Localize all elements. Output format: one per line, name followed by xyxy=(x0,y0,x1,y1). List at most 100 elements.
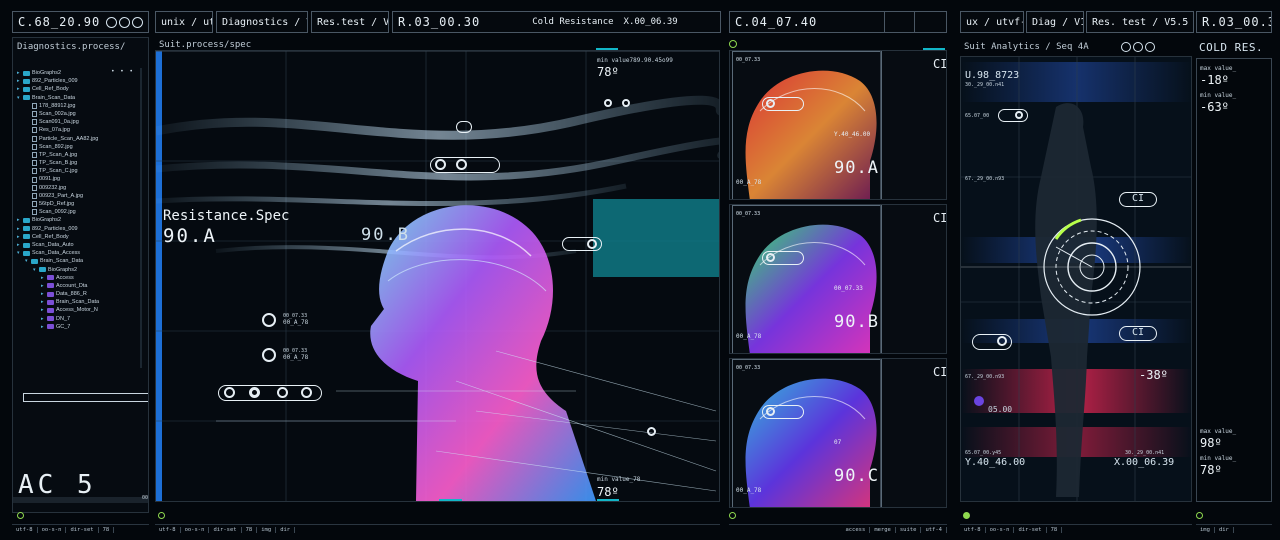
footer-item[interactable]: access xyxy=(841,526,871,533)
tree-item[interactable]: 0091.jpg xyxy=(17,175,137,183)
ux-tab[interactable]: ux / utvf-6 xyxy=(960,11,1024,33)
footer-item[interactable]: utf-8 xyxy=(960,526,986,533)
footer-item[interactable]: suite xyxy=(896,526,922,533)
tree-item[interactable]: TP_Scan_B.jpg xyxy=(17,159,137,167)
tree-item[interactable]: ▸ Access xyxy=(17,274,137,282)
ci-button-2[interactable]: CI xyxy=(1119,326,1157,341)
grid-icon[interactable] xyxy=(1133,42,1143,52)
file-icon xyxy=(32,111,37,118)
thumb-value: 90.B xyxy=(834,312,879,332)
folder-icon xyxy=(31,258,38,264)
footer-item[interactable]: utf-4 xyxy=(921,526,947,533)
tree-item-label: BioGraphs2 xyxy=(32,70,62,76)
footer-item[interactable]: dir xyxy=(1215,526,1234,533)
scan-thumbnail[interactable]: 00_07.33 00_A_78 90.C 07 CI xyxy=(729,358,947,508)
left-panel: Diagnostics.process/ • • • ▸ BioGraphs2 ▸ 8… xyxy=(12,37,149,513)
tree-item[interactable]: ▸ Account_Dta xyxy=(17,282,137,290)
tree-item[interactable]: ▸ BioGraphs2 xyxy=(17,69,137,77)
footer-item[interactable]: dir-set xyxy=(209,526,242,533)
tree-item[interactable]: ▸ BioGraphs2 xyxy=(17,216,137,224)
unix-tab[interactable]: unix / utf xyxy=(155,11,213,33)
tree-item[interactable]: Scan_002a.jpg xyxy=(17,110,137,118)
footer-item[interactable]: dir xyxy=(276,526,296,533)
tree-item-label: BioGraphs2 xyxy=(32,217,62,224)
thumb-toggle[interactable] xyxy=(762,251,804,265)
footer-item[interactable]: img xyxy=(257,526,277,533)
tree-item[interactable]: Particle_Scan_AA82.jpg xyxy=(17,135,137,143)
tree-item-label: Access xyxy=(56,274,74,281)
settings-icon[interactable] xyxy=(106,16,117,28)
tree-item[interactable]: 56tpD_Ref.jpg xyxy=(17,200,137,208)
settings-icon[interactable] xyxy=(1121,42,1131,52)
res-tab-right[interactable]: Res. test / V5.5 xyxy=(1086,11,1194,33)
scan-thumbnail[interactable]: 00_07.33 00_A_78 90.A Y.40_46.00 CI xyxy=(729,50,947,200)
scan-thumbnail[interactable]: 00_07.33 00_A_78 90.B 00_07.33 CI xyxy=(729,204,947,354)
left-footer: utf-8 oo-s-n dir-set 78 xyxy=(12,524,149,534)
footer-item[interactable]: oo-s-n xyxy=(181,526,210,533)
tree-item[interactable]: ▸ GC_7 xyxy=(17,323,137,331)
tree-item[interactable]: Scan_892.jpg xyxy=(17,143,137,151)
tree-item[interactable]: ▸ Access_Motor_N xyxy=(17,306,137,314)
toggle-knob-3c xyxy=(277,387,288,398)
tree-item[interactable]: Res_07a.jpg xyxy=(17,126,137,134)
tree-item-label: 00923_Part_A.jpg xyxy=(39,192,84,199)
thumb-toggle[interactable] xyxy=(762,405,804,419)
target-icon[interactable] xyxy=(1145,42,1155,52)
tree-item[interactable]: Scan091_0a.jpg xyxy=(17,118,137,126)
toggle-right-2[interactable] xyxy=(972,334,1012,350)
diag-tab[interactable]: Diag / V12.3 xyxy=(1026,11,1084,33)
footer-item[interactable]: 78 xyxy=(1047,526,1063,533)
ring-button-5[interactable] xyxy=(622,99,630,107)
tree-item[interactable]: TP_Scan_A.jpg xyxy=(17,151,137,159)
grid-icon[interactable] xyxy=(119,16,130,28)
footer-item[interactable]: dir-set xyxy=(66,526,99,533)
footer-item[interactable]: dir-set xyxy=(1014,526,1047,533)
tree-item[interactable]: ▾ Scan_Data_Access xyxy=(17,249,137,257)
footer-item[interactable]: oo-s-n xyxy=(38,526,67,533)
toggle-slider-1[interactable] xyxy=(430,157,500,173)
tree-item[interactable]: ▸ 892_Particles_009 xyxy=(17,77,137,85)
footer-item[interactable]: img xyxy=(1196,526,1215,533)
mid-divider-2 xyxy=(914,12,915,32)
tree-item[interactable]: ▸ Data_886_R xyxy=(17,290,137,298)
tree-item[interactable]: ▸ Brain_Scan_Data xyxy=(17,298,137,306)
ring-button-1[interactable] xyxy=(262,313,276,327)
toggle-right-1[interactable] xyxy=(998,109,1028,122)
tree-item[interactable]: ▸ Cell_Ref_Body xyxy=(17,233,137,241)
footer-item[interactable]: merge xyxy=(870,526,896,533)
thumb-toggle[interactable] xyxy=(762,97,804,111)
max-val: -18º xyxy=(1200,73,1229,87)
toggle-slider-2[interactable] xyxy=(562,237,602,251)
footer-item[interactable]: oo-s-n xyxy=(986,526,1015,533)
footer-item[interactable]: utf-8 xyxy=(155,526,181,533)
min-value-bottom: min value_78 xyxy=(597,476,641,483)
footer-item[interactable]: utf-8 xyxy=(12,526,38,533)
tree-scrollbar[interactable] xyxy=(140,68,142,368)
ring-button-3[interactable] xyxy=(647,427,656,436)
res-test-tab[interactable]: Res.test / V35 xyxy=(311,11,389,33)
x-code-right: X.00_06.39 xyxy=(1114,457,1175,468)
target-icon[interactable] xyxy=(132,16,143,28)
toggle-knob-3d xyxy=(301,387,312,398)
toggle-small-1[interactable] xyxy=(456,121,472,133)
tree-item[interactable]: TP_Scan_C.jpg xyxy=(17,167,137,175)
ring-button-2[interactable] xyxy=(262,348,276,362)
tree-item[interactable]: ▾ BioGraphs2 xyxy=(17,266,137,274)
tree-item[interactable]: ▸ DN_7 xyxy=(17,315,137,323)
ci-button-1[interactable]: CI xyxy=(1119,192,1157,207)
ring-button-4[interactable] xyxy=(604,99,612,107)
tree-item[interactable]: 00923_Part_A.jpg xyxy=(17,192,137,200)
tree-item[interactable]: ▸ 892_Particles_009 xyxy=(17,225,137,233)
footer-item[interactable]: 78 xyxy=(99,526,115,533)
toggle-slider-3[interactable] xyxy=(218,385,322,401)
bottom-scroll[interactable]: 00 xyxy=(13,495,148,503)
tree-item[interactable]: ▾ Brain_Scan_Data xyxy=(17,94,137,102)
footer-item[interactable]: 78 xyxy=(242,526,258,533)
diagnostics-tab[interactable]: Diagnostics / V1 xyxy=(216,11,308,33)
tree-item[interactable]: Scan_0092.jpg xyxy=(17,208,137,216)
tree-item[interactable]: ▾ Brain_Scan_Data xyxy=(17,257,137,265)
tree-item[interactable]: 009232.jpg xyxy=(17,184,137,192)
tree-item[interactable]: ▸ Scan_Data_Auto xyxy=(17,241,137,249)
tree-item[interactable]: 178_88912.jpg xyxy=(17,102,137,110)
tree-item[interactable]: ▸ Cell_Ref_Body xyxy=(17,85,137,93)
